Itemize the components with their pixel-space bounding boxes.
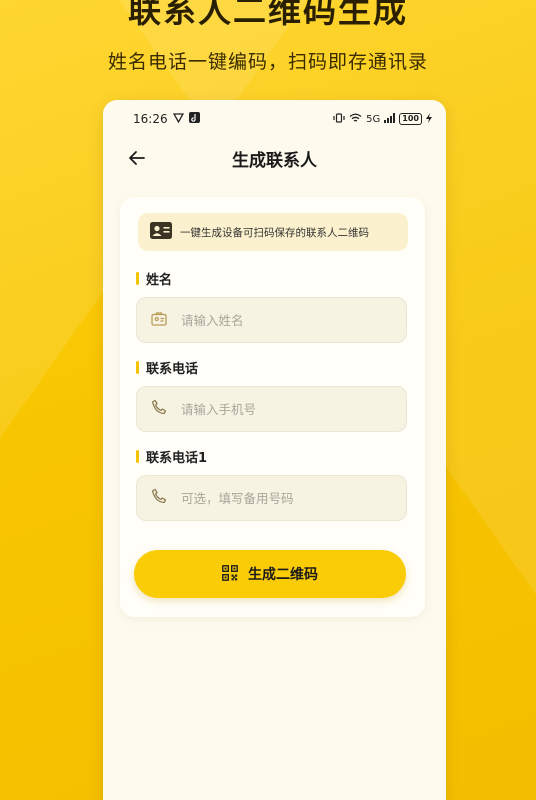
phone-input[interactable] [181,401,381,417]
arrow-left-icon [129,151,145,165]
phone-icon [151,399,167,419]
phone-icon [151,488,167,508]
name-label-text: 姓名 [146,273,173,288]
phone-backup-label: 联系电话1 [136,447,207,466]
promo-subtitle: 姓名电话一键编码，扫码即存通讯录 [107,51,428,73]
back-button[interactable] [125,146,149,170]
form-card: 一键生成设备可扫码保存的联系人二维码 姓名 联系电话 联系电话1 [120,197,425,617]
vpn-icon [172,112,184,126]
status-bar: 16:26 5G 100 [103,100,446,138]
phone-backup-label-text: 联系电话1 [146,451,208,466]
label-accent-bar [136,450,139,463]
name-label: 姓名 [136,269,172,288]
contact-card-icon [150,221,172,243]
vibrate-icon [333,112,345,126]
status-time: 16:26 [133,112,168,126]
phone-screen: 16:26 5G 100 生成联系人 一键生成设备可扫码保存的联系人二维码 姓名… [103,100,446,800]
phone-backup-input[interactable] [181,490,381,506]
qr-code-icon [222,564,238,584]
tiktok-icon [188,112,200,126]
generate-qr-label: 生成二维码 [248,566,318,582]
id-card-icon [151,311,167,330]
signal-icon [384,112,396,126]
nav-bar: 生成联系人 [103,140,446,176]
tip-banner: 一键生成设备可扫码保存的联系人二维码 [138,213,408,251]
network-type: 5G [366,113,381,125]
wifi-icon [349,113,362,126]
phone-field[interactable] [136,386,407,432]
charging-icon [426,112,432,126]
label-accent-bar [136,361,139,374]
phone-label: 联系电话 [136,358,198,377]
battery-level: 100 [399,113,422,125]
promo-title: 联系人二维码生成 [128,0,408,30]
label-accent-bar [136,272,139,285]
phone-backup-field[interactable] [136,475,407,521]
generate-qr-button[interactable]: 生成二维码 [134,550,406,598]
page-title: 生成联系人 [232,150,317,171]
name-field[interactable] [136,297,407,343]
phone-label-text: 联系电话 [146,362,199,377]
tip-text: 一键生成设备可扫码保存的联系人二维码 [180,226,369,239]
name-input[interactable] [181,312,381,328]
